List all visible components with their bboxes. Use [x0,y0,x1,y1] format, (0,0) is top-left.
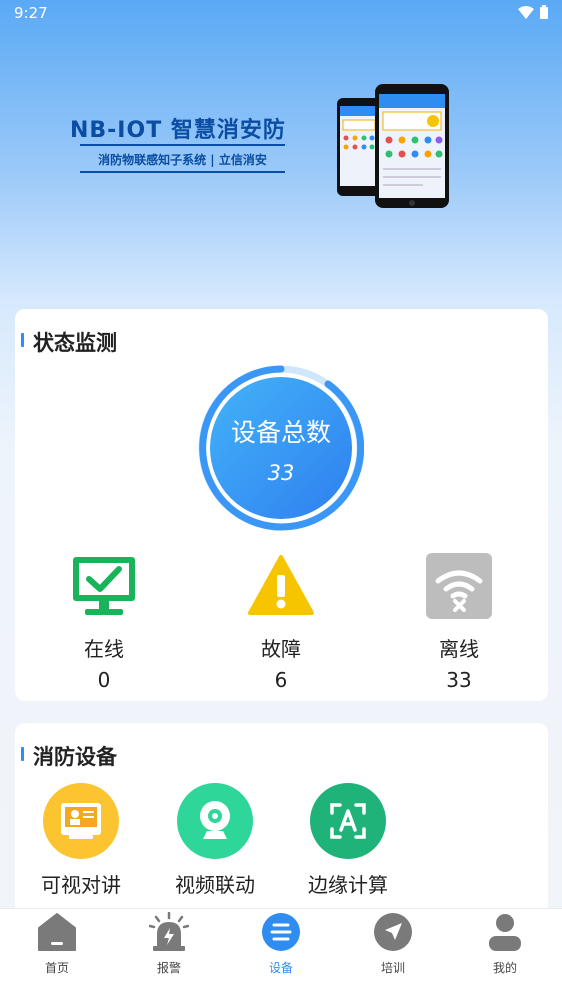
edge-compute-icon [310,783,386,859]
status-monitoring-card: 状态监测 设备总数 33 在线 0 故障 6 离线 33 [15,309,548,701]
stat-fault-value: 6 [274,668,288,692]
status-bar: 9:27 [0,0,562,28]
user-icon [489,914,521,951]
banner-subtitle-box: 消防物联感知子系统 | 立信消安 [80,144,285,173]
alarm-icon [148,911,190,951]
status-time: 9:27 [14,4,48,22]
monitor-check-icon [73,557,135,615]
home-icon [38,913,76,951]
tab-training[interactable]: 培训 [337,909,449,979]
devices-section-title: 消防设备 [21,741,117,771]
video-intercom-icon [43,783,119,859]
stat-fault-label: 故障 [261,637,301,661]
tab-profile-label: 我的 [492,961,517,975]
stat-online-label: 在线 [84,637,124,661]
gauge-label: 设备总数 [230,418,331,447]
wifi-off-icon [426,553,492,619]
tab-home-label: 首页 [44,961,69,975]
wifi-icon [518,5,534,19]
phones-illustration [337,84,449,208]
banner-subtitle: 消防物联感知子系统 | 立信消安 [98,153,267,167]
tab-home[interactable]: 首页 [1,909,113,979]
hero-banner[interactable]: NB-IOT 智慧消安防 消防物联感知子系统 | 立信消安 [0,28,562,308]
tab-alarm[interactable]: 报警 [113,909,225,979]
status-icons [518,5,548,19]
tab-profile[interactable]: 我的 [449,909,561,979]
stat-online[interactable]: 在线 0 [49,553,159,692]
navigation-icon [374,913,412,951]
stat-fault[interactable]: 故障 6 [226,553,336,692]
banner-title: NB-IOT 智慧消安防 [70,118,286,143]
stat-online-value: 0 [97,668,111,692]
stat-offline[interactable]: 离线 33 [404,553,514,692]
device-edge-computing[interactable]: 边缘计算 [293,783,403,898]
bottom-tab-bar: 首页 报警 设备 培训 我的 [0,908,562,1001]
device-icon [262,913,300,951]
tab-alarm-label: 报警 [156,961,181,975]
tab-devices[interactable]: 设备 [225,909,337,979]
device-edge-computing-label: 边缘计算 [308,873,388,897]
battery-icon [540,5,548,19]
stat-offline-value: 33 [446,668,472,692]
device-video-intercom-label: 可视对讲 [41,873,121,897]
webcam-icon [177,783,253,859]
device-video-linkage-label: 视频联动 [175,873,255,897]
status-section-title: 状态监测 [21,327,117,357]
gauge-value: 33 [267,461,295,485]
fire-devices-card: 消防设备 可视对讲 视频联动 边缘计算 [15,723,548,923]
tab-training-label: 培训 [380,961,405,975]
warning-icon [248,555,314,615]
device-video-linkage[interactable]: 视频联动 [160,783,270,898]
tab-devices-label: 设备 [268,961,293,975]
device-video-intercom[interactable]: 可视对讲 [26,783,136,898]
stat-offline-label: 离线 [439,637,479,661]
